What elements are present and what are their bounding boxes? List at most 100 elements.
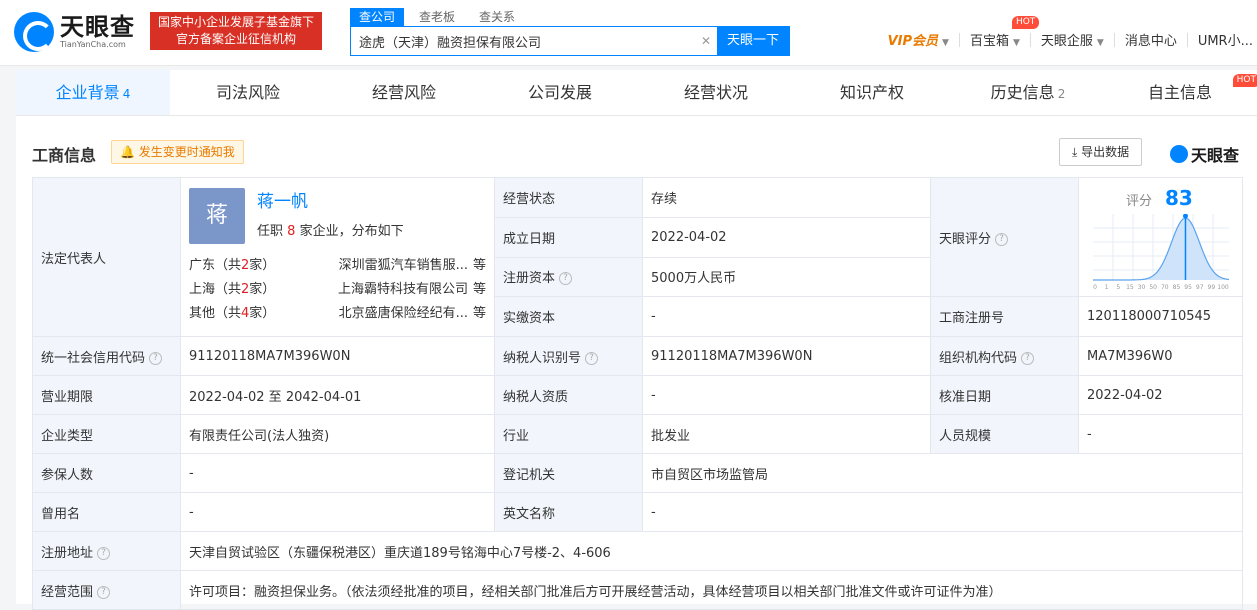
top-nav: VIP会员 ▼ 百宝箱 ▼ HOT 天眼企服 ▼ 消息中心 UMR小...	[878, 16, 1257, 49]
bell-icon: 🔔	[120, 145, 135, 159]
brand-watermark: 天眼查	[1170, 142, 1239, 166]
help-icon[interactable]: ?	[585, 351, 599, 365]
taxid-value: 91120118MA7M396W0N	[642, 336, 931, 376]
english-name-value: -	[642, 492, 1243, 532]
former-name-value: -	[180, 492, 495, 532]
tab-label: 司法风险	[215, 83, 280, 102]
table-row: 企业类型 有限责任公司(法人独资) 行业 批发业 人员规模 -	[32, 414, 1243, 454]
divider	[1029, 32, 1031, 47]
org-code-label: 组织机构代码?	[930, 336, 1079, 376]
tab-judicial-risk[interactable]: 司法风险	[170, 70, 326, 115]
help-icon[interactable]: ?	[995, 232, 1009, 246]
divider	[1186, 32, 1188, 47]
help-icon[interactable]: ?	[97, 546, 111, 560]
help-icon[interactable]: ?	[1021, 351, 1035, 365]
hot-badge: HOT	[1011, 16, 1040, 29]
company-type-label: 企业类型	[32, 414, 181, 454]
logo-icon	[14, 12, 54, 52]
clear-icon[interactable]: ✕	[695, 27, 717, 55]
baibao-label: 百宝箱	[969, 34, 1009, 49]
score-label: 天眼评分?	[930, 176, 1079, 298]
score-tick-label: 30	[1138, 284, 1146, 290]
capital-label: 注册资本?	[494, 256, 643, 298]
score-tick-label: 50	[1149, 284, 1157, 290]
user-menu[interactable]: UMR小...	[1198, 30, 1253, 49]
avatar[interactable]: 蒋	[189, 188, 245, 244]
tab-development[interactable]: 公司发展	[482, 70, 638, 115]
insured-label: 参保人数	[32, 453, 181, 493]
legal-rep-companies: 广东（共2家） 深圳雷狐汽车销售服... 等 上海（共2家） 上海霸特科技有限公…	[189, 254, 486, 326]
chevron-down-icon: ▼	[1012, 38, 1020, 48]
legal-rep-cell: 蒋 蒋一帆 任职 8 家企业，分布如下 广东（共2家） 深圳雷狐汽车销售服...…	[180, 177, 495, 337]
notify-button[interactable]: 🔔 发生变更时通知我	[111, 140, 244, 164]
score-cell[interactable]: 评分 83 0 1 5 15 30 50 70 85 95 97 99 100	[1078, 176, 1243, 298]
help-icon[interactable]: ?	[149, 351, 163, 365]
list-item[interactable]: 其他（共4家） 北京盛唐保险经纪有... 等	[189, 302, 486, 326]
term-value: 2022-04-02 至 2042-04-01	[180, 375, 495, 415]
address-value: 天津自贸试验区（东疆保税港区）重庆道189号铭海中心7号楼-2、4-606	[180, 531, 1243, 571]
site-logo[interactable]: 天眼查 TianYanCha.com	[14, 12, 135, 52]
divider	[958, 32, 960, 47]
tab-label: 知识产权	[839, 83, 904, 102]
status-label: 经营状态	[494, 177, 643, 218]
search-tab-company[interactable]: 查公司	[350, 8, 405, 26]
paid-label: 实缴资本	[494, 296, 643, 337]
help-icon[interactable]: ?	[559, 272, 573, 286]
hot-badge: HOT	[1232, 74, 1257, 87]
tab-self-info[interactable]: 自主信息 HOT	[1106, 70, 1257, 115]
address-label: 注册地址?	[32, 531, 181, 571]
search-button[interactable]: 天眼一下	[717, 27, 789, 55]
legal-rep-name[interactable]: 蒋一帆	[257, 190, 404, 214]
score-marker-dot	[1182, 214, 1188, 219]
score-tick-label: 5	[1116, 284, 1120, 290]
tab-background[interactable]: 企业背景 4	[16, 70, 170, 115]
reg-no-value: 120118000710545	[1078, 296, 1243, 337]
baibao-menu[interactable]: 百宝箱 ▼ HOT	[969, 16, 1040, 49]
list-item[interactable]: 广东（共2家） 深圳雷狐汽车销售服... 等	[189, 254, 486, 278]
vip-menu[interactable]: VIP会员 ▼	[888, 30, 949, 49]
qiye-menu[interactable]: 天眼企服 ▼	[1041, 30, 1104, 49]
score-tick-label: 0	[1093, 284, 1097, 290]
table-row: 参保人数 - 登记机关 市自贸区市场监管局	[32, 453, 1243, 493]
gov-badge-line2: 官方备案企业征信机构	[175, 32, 296, 46]
tab-history[interactable]: 历史信息 2	[950, 70, 1106, 115]
tab-operations[interactable]: 经营状况	[638, 70, 794, 115]
tab-label: 公司发展	[527, 83, 592, 102]
tab-count: 4	[122, 87, 131, 101]
help-icon[interactable]: ?	[97, 585, 111, 599]
business-info-panel: 工商信息 🔔 发生变更时通知我 ⤓ 导出数据 天眼查 法定代表人 蒋 蒋一帆 任…	[16, 116, 1257, 610]
legal-rep-label: 法定代表人	[32, 177, 181, 337]
vip-label: VIP会员	[887, 34, 939, 49]
legal-rep-summary: 任职 8 家企业，分布如下	[257, 224, 404, 239]
logo-icon	[1170, 145, 1188, 163]
table-row: 法定代表人 蒋 蒋一帆 任职 8 家企业，分布如下 广东（共2家） 深圳雷狐汽车…	[32, 176, 1243, 337]
tab-operating-risk[interactable]: 经营风险	[326, 70, 482, 115]
search-tab-boss[interactable]: 查老板	[410, 8, 464, 26]
tab-ip[interactable]: 知识产权	[794, 70, 950, 115]
messages-link[interactable]: 消息中心	[1125, 30, 1177, 49]
notify-label: 发生变更时通知我	[138, 145, 235, 159]
list-item[interactable]: 上海（共2家） 上海霸特科技有限公司 等	[189, 278, 486, 302]
staff-size-label: 人员规模	[930, 414, 1079, 454]
export-button[interactable]: ⤓ 导出数据	[1059, 138, 1143, 166]
gov-badge: 国家中小企业发展子基金旗下 官方备案企业征信机构	[150, 12, 322, 50]
taxid-label: 纳税人识别号?	[494, 336, 643, 376]
search-tab-relation[interactable]: 查关系	[470, 8, 524, 26]
tab-label: 经营风险	[371, 83, 436, 102]
approve-date-value: 2022-04-02	[1078, 375, 1243, 415]
term-label: 营业期限	[32, 375, 181, 415]
table-row: 营业期限 2022-04-02 至 2042-04-01 纳税人资质 - 核准日…	[32, 375, 1243, 415]
search-input[interactable]	[351, 27, 695, 55]
org-code-value: MA7M396W0	[1078, 336, 1243, 376]
export-label: 导出数据	[1081, 145, 1130, 159]
credit-code-value: 91120118MA7M396W0N	[180, 336, 495, 376]
score-tick-label: 95	[1184, 284, 1192, 290]
tax-qualification-label: 纳税人资质	[494, 375, 643, 415]
credit-code-label: 统一社会信用代码?	[32, 336, 181, 376]
industry-value: 批发业	[642, 414, 931, 454]
tab-label: 自主信息	[1147, 83, 1212, 102]
tab-count: 2	[1057, 87, 1066, 101]
brand-name: 天眼查	[1191, 146, 1240, 165]
qiye-label: 天眼企服	[1040, 34, 1093, 49]
business-info-table: 法定代表人 蒋 蒋一帆 任职 8 家企业，分布如下 广东（共2家） 深圳雷狐汽车…	[32, 176, 1243, 610]
